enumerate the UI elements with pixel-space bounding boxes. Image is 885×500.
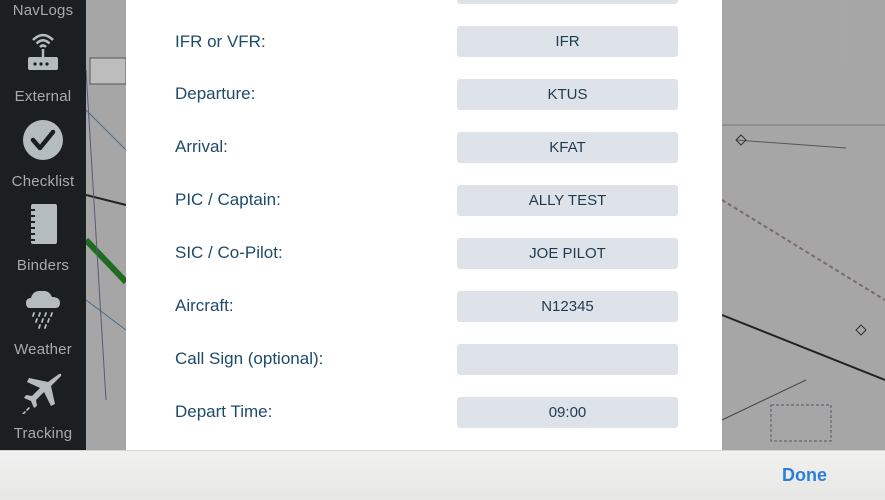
sic-copilot-field[interactable]: JOE PILOT [457, 238, 678, 269]
ifr-vfr-label: IFR or VFR: [175, 32, 266, 51]
sidebar: NavLogs External Checklist Binders Weath… [0, 0, 86, 450]
sidebar-item-label: NavLogs [12, 2, 74, 19]
checkmark-circle-icon [23, 120, 63, 160]
sidebar-item-label: Checklist [11, 173, 75, 190]
sidebar-item-label: Tracking [13, 425, 73, 442]
aircraft-label: Aircraft: [175, 296, 234, 315]
router-icon [28, 33, 58, 70]
depart-time-field[interactable]: 09:00 [457, 397, 678, 428]
sidebar-item-external[interactable]: External [0, 30, 86, 108]
binder-icon [28, 204, 57, 244]
departure-field[interactable]: KTUS [457, 79, 678, 110]
arrival-field[interactable]: KFAT [457, 132, 678, 163]
aircraft-field[interactable]: N12345 [457, 291, 678, 322]
sic-copilot-label: SIC / Co-Pilot: [175, 243, 283, 262]
sidebar-item-weather[interactable]: Weather [0, 286, 86, 360]
sidebar-item-navlogs[interactable]: NavLogs [0, 2, 86, 19]
sidebar-item-label: Binders [16, 257, 70, 274]
sidebar-item-tracking[interactable]: Tracking [0, 370, 86, 448]
sidebar-item-label: External [14, 88, 72, 105]
call-sign-field[interactable] [457, 344, 678, 375]
ifr-vfr-field[interactable]: IFR [457, 26, 678, 57]
departure-label: Departure: [175, 84, 256, 103]
pic-captain-field[interactable]: ALLY TEST [457, 185, 678, 216]
depart-time-label: Depart Time: [175, 402, 273, 421]
sidebar-item-checklist[interactable]: Checklist [0, 118, 86, 192]
sidebar-item-label: Weather [14, 341, 72, 358]
bottom-toolbar: Done [0, 450, 885, 500]
arrival-label: Arrival: [175, 137, 228, 156]
rain-cloud-icon [26, 290, 60, 329]
previous-row-field[interactable] [457, 0, 678, 4]
sidebar-item-binders[interactable]: Binders [0, 202, 86, 276]
call-sign-label: Call Sign (optional): [175, 349, 324, 368]
flight-info-form: IFR or VFR: IFR Departure: KTUS Arrival:… [126, 0, 722, 450]
airplane-icon [22, 373, 62, 414]
done-button[interactable]: Done [782, 465, 827, 486]
pic-captain-label: PIC / Captain: [175, 190, 281, 209]
